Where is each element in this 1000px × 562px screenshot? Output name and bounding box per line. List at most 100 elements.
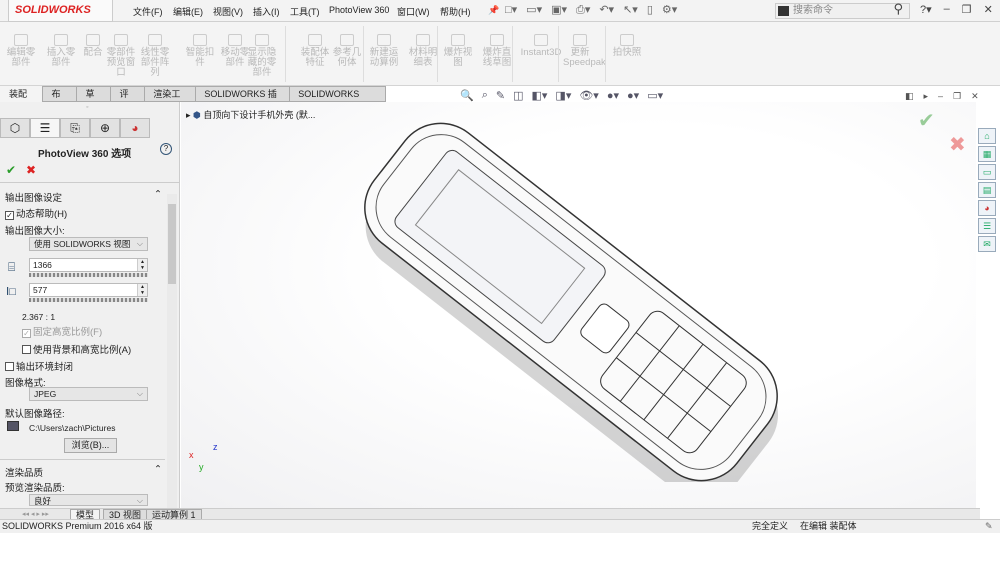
panel-scrollbar[interactable] (167, 194, 177, 510)
tab-command-0[interactable]: 装配体 (0, 86, 44, 113)
phone-model[interactable] (321, 122, 821, 482)
tab-command-4[interactable]: 渲染工具 (144, 86, 197, 113)
panel-splitter[interactable]: ◦ (86, 104, 88, 111)
hide-show-icon[interactable]: 👁▾ (579, 89, 599, 102)
height-input[interactable]: 577 ▲ ▼ (29, 283, 148, 297)
view-palette-icon[interactable]: ▤ (978, 182, 996, 198)
ribbon-button[interactable]: 拍快照 (610, 34, 644, 58)
ribbon-button[interactable]: 线性零部件阵列 (138, 34, 172, 78)
format-select[interactable]: JPEG ⌵ (29, 387, 148, 401)
search-commands[interactable]: 搜索命令 ⚲ (775, 2, 910, 19)
ribbon-button[interactable]: 显示隐藏的零部件 (245, 34, 279, 78)
ribbon-button[interactable]: 新建运动算例 (367, 34, 401, 68)
tab-command-2[interactable]: 草图 (76, 86, 112, 113)
viewport-close-icon[interactable]: ✕ (971, 91, 979, 102)
previous-view-icon[interactable]: ✎ (496, 89, 505, 102)
config-manager-tab[interactable]: ⎘ (60, 118, 90, 138)
width-thumbwheel[interactable] (29, 273, 148, 277)
ok-checkmark-icon[interactable]: ✔ (6, 163, 16, 177)
output-size-select[interactable]: 使用 SOLIDWORKS 视图 ⌵ (29, 237, 148, 251)
use-bg-ratio-checkbox[interactable]: 使用背景和高宽比例(A) (22, 342, 131, 356)
height-thumbwheel[interactable] (29, 298, 148, 302)
scrollbar-thumb[interactable] (168, 204, 176, 284)
feature-tree-root[interactable]: ▸ ⬢ 自顶向下设计手机外壳 (默... (186, 108, 315, 121)
tab-command-1[interactable]: 布局 (42, 86, 78, 113)
confirm-corner-cancel-icon[interactable]: ✖ (949, 132, 966, 157)
menu-insert[interactable]: 插入(I) (253, 5, 280, 18)
open-icon[interactable]: ▭▾ (526, 3, 542, 17)
tab-command-5[interactable]: SOLIDWORKS 插件 (195, 86, 291, 113)
menu-edit[interactable]: 编辑(E) (173, 5, 203, 18)
width-input[interactable]: 1366 ▲ ▼ (29, 258, 148, 272)
graphics-viewport[interactable]: ▸ ⬢ 自顶向下设计手机外壳 (默... ✔ ✖ xzy (181, 102, 976, 508)
property-manager-tab[interactable]: ☰ (30, 118, 60, 138)
width-spinner[interactable]: ▲ ▼ (137, 259, 147, 271)
tab-scroll-arrows[interactable]: ◂◂ ◂ ▸ ▸▸ (22, 510, 49, 518)
viewport-prev-icon[interactable]: ◧ (905, 91, 914, 102)
section-view-icon[interactable]: ◫ (513, 89, 523, 102)
solidworks-logo[interactable]: SOLIDWORKS (8, 0, 113, 22)
dynamic-help-checkbox[interactable]: ✓ 动态帮助(H) (5, 206, 67, 220)
appearance-icon[interactable]: ●▾ (607, 89, 619, 102)
custom-properties-icon[interactable]: ☰ (978, 218, 996, 234)
viewport-minimize-icon[interactable]: – (938, 91, 943, 102)
ribbon-button[interactable]: 插入零部件 (44, 34, 78, 68)
ribbon-button[interactable]: 装配体特征 (298, 34, 332, 68)
ribbon-button[interactable]: 材料明细表 (406, 34, 440, 68)
cancel-x-icon[interactable]: ✖ (26, 163, 36, 177)
dimxpert-tab[interactable]: ⊕ (90, 118, 120, 138)
file-explorer-icon[interactable]: ▭ (978, 164, 996, 180)
height-spinner[interactable]: ▲ ▼ (137, 284, 147, 296)
rebuild-icon[interactable]: ▯ (647, 3, 653, 17)
collapse-icon[interactable]: ⌃ (154, 464, 162, 475)
options-icon[interactable]: ⚙▾ (662, 3, 677, 17)
help-icon[interactable]: ?▾ (920, 3, 932, 16)
display-style-icon[interactable]: ◨▾ (555, 89, 571, 102)
ribbon-button[interactable]: 更新Speedpak (563, 34, 606, 68)
appearances-icon[interactable]: ◕ (978, 200, 996, 216)
save-icon[interactable]: ▣▾ (551, 3, 567, 17)
viewport-restore-icon[interactable]: ❐ (953, 91, 961, 102)
forum-icon[interactable]: ✉ (978, 236, 996, 252)
ribbon-button[interactable]: 编辑零部件 (4, 34, 38, 68)
minimize-button[interactable]: – (944, 3, 950, 16)
output-env-checkbox[interactable]: 输出环境封闭 (5, 359, 73, 373)
status-icon[interactable]: ✎ (985, 520, 993, 533)
display-manager-tab[interactable]: ◕ (120, 118, 150, 138)
menu-view[interactable]: 视图(V) (213, 5, 243, 18)
menu-help[interactable]: 帮助(H) (440, 5, 471, 18)
ribbon-button[interactable]: 参考几何体 (330, 34, 364, 68)
zoom-area-icon[interactable]: ⌕ (482, 89, 488, 102)
restore-button[interactable]: ❐ (962, 3, 972, 16)
tab-command-3[interactable]: 评估 (110, 86, 146, 113)
search-icon[interactable]: ⚲ (893, 2, 903, 16)
undo-icon[interactable]: ↶▾ (599, 3, 614, 17)
menu-tools[interactable]: 工具(T) (290, 5, 320, 18)
preview-quality-select[interactable]: 良好 ⌵ (29, 494, 148, 506)
new-icon[interactable]: □▾ (505, 3, 517, 17)
browse-button[interactable]: 浏览(B)... (64, 438, 117, 453)
viewport-next-icon[interactable]: ▸ (924, 91, 929, 102)
menu-window[interactable]: 窗口(W) (397, 5, 430, 18)
fixed-ratio-checkbox[interactable]: ✓ 固定高宽比例(F) (22, 324, 102, 338)
menu-photoview[interactable]: PhotoView 360 (329, 5, 389, 15)
help-icon[interactable]: ? (160, 143, 172, 155)
ribbon-button[interactable]: 爆炸视图 (441, 34, 475, 68)
confirm-corner-ok-icon[interactable]: ✔ (918, 108, 935, 133)
menu-file[interactable]: 文件(F) (133, 5, 163, 18)
print-icon[interactable]: ⎙▾ (576, 3, 590, 17)
tab-command-6[interactable]: SOLIDWORKS MBD (289, 86, 386, 113)
ribbon-button[interactable]: 零部件预览窗口 (104, 34, 138, 78)
close-button[interactable]: ✕ (984, 3, 993, 16)
view-orientation-icon[interactable]: ◧▾ (532, 89, 548, 102)
collapse-icon[interactable]: ⌃ (154, 189, 162, 200)
ribbon-button[interactable]: 爆炸直线草图 (480, 34, 514, 68)
design-library-icon[interactable]: ▦ (978, 146, 996, 162)
select-icon[interactable]: ↖▾ (623, 3, 638, 17)
feature-manager-tab[interactable]: ⬡ (0, 118, 30, 138)
view-settings-icon[interactable]: ▭▾ (647, 89, 663, 102)
scene-icon[interactable]: ●▾ (627, 89, 639, 102)
pin-icon[interactable]: 📌 (488, 5, 499, 16)
ribbon-button[interactable]: 智能扣件 (183, 34, 217, 68)
zoom-to-fit-icon[interactable]: 🔍 (460, 89, 474, 102)
